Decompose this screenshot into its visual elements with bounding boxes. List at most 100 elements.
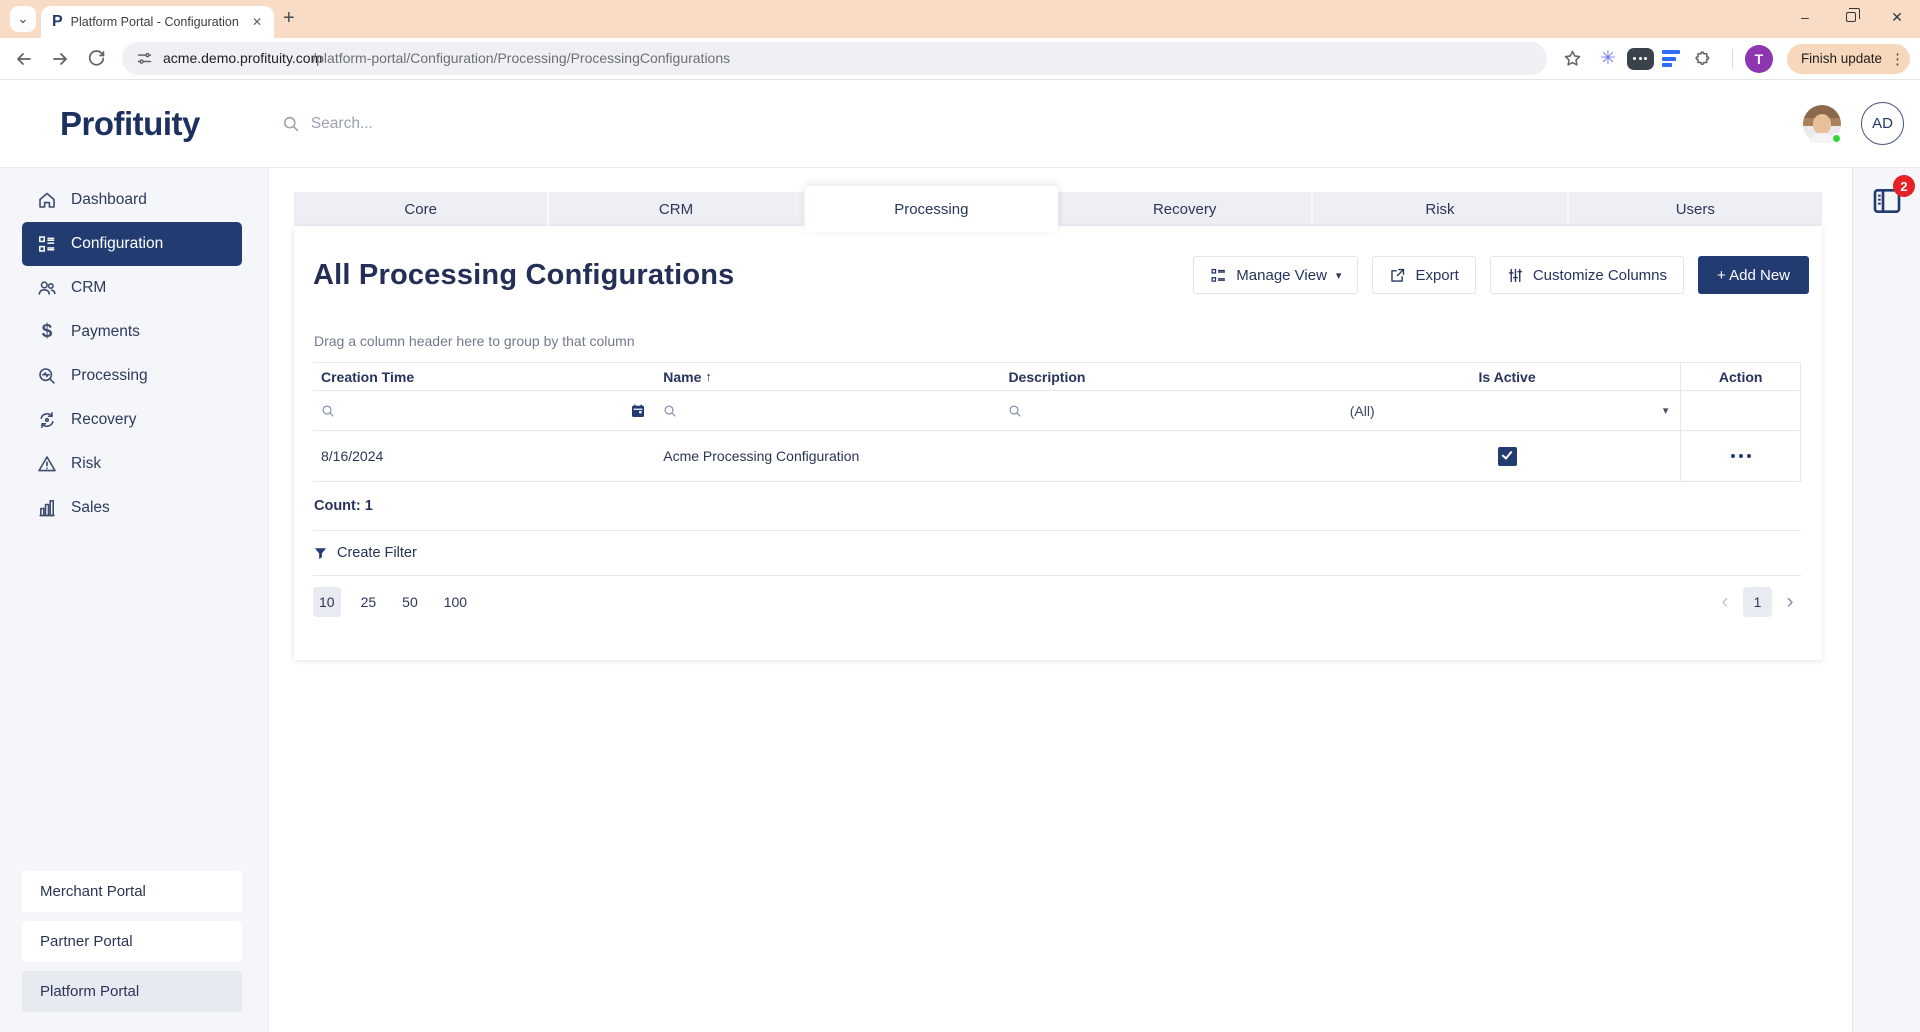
notification-badge: 2	[1893, 175, 1915, 197]
sidebar-item-configuration[interactable]: Configuration	[22, 222, 242, 266]
table-row[interactable]: 8/16/2024 Acme Processing Configuration	[313, 431, 1801, 482]
recovery-refresh-icon	[37, 410, 57, 430]
customize-columns-button[interactable]: Customize Columns	[1489, 256, 1685, 294]
is-active-checkbox[interactable]	[1497, 446, 1517, 466]
sidebar-item-crm[interactable]: CRM	[22, 266, 242, 310]
creation-time-filter-input[interactable]	[335, 402, 631, 419]
column-header-creation-time[interactable]: Creation Time	[313, 363, 655, 390]
star-icon	[1565, 50, 1581, 66]
name-filter-input[interactable]	[677, 402, 1001, 419]
page-size-50[interactable]: 50	[396, 587, 424, 617]
minimize-button[interactable]: –	[1782, 0, 1828, 34]
header-right: AD	[1803, 102, 1904, 145]
column-header-description[interactable]: Description	[1000, 363, 1333, 390]
column-header-label: Action	[1718, 368, 1763, 385]
extension-flower-icon[interactable]: ✳	[1593, 47, 1623, 70]
row-actions-menu-icon[interactable]	[1730, 454, 1751, 458]
grid-filter-row: (All) ▾	[313, 391, 1801, 431]
sidebar-item-label: Dashboard	[71, 191, 147, 208]
user-avatar[interactable]	[1803, 104, 1842, 144]
customize-columns-label: Customize Columns	[1532, 266, 1668, 284]
column-header-action[interactable]: Action	[1680, 363, 1801, 390]
filter-cell-name	[655, 391, 1001, 430]
tab-processing[interactable]: Processing	[804, 186, 1058, 232]
favicon: P	[52, 13, 63, 30]
manage-view-button[interactable]: Manage View ▾	[1193, 256, 1359, 294]
reload-button[interactable]	[80, 43, 112, 75]
browser-tab[interactable]: P Platform Portal - Configuration ✕	[41, 6, 274, 38]
back-button[interactable]	[8, 43, 40, 75]
extension-stripes-icon[interactable]	[1658, 50, 1684, 67]
close-window-button[interactable]: ✕	[1874, 0, 1920, 34]
browser-tabstrip: ⌄ P Platform Portal - Configuration ✕ + …	[0, 0, 1920, 38]
browser-menu-icon[interactable]: ⋮	[1890, 50, 1905, 68]
platform-portal-button[interactable]: Platform Portal	[22, 971, 242, 1012]
tab-risk[interactable]: Risk	[1313, 192, 1569, 226]
cell-description	[1000, 431, 1333, 481]
tab-crm[interactable]: CRM	[549, 192, 805, 226]
portal-switcher: Merchant Portal Partner Portal Platform …	[0, 871, 268, 1032]
add-new-label: + Add New	[1717, 266, 1790, 284]
column-header-is-active[interactable]: Is Active	[1334, 363, 1681, 390]
add-new-button[interactable]: + Add New	[1698, 256, 1809, 294]
title-row: All Processing Configurations Manage Vie…	[294, 226, 1822, 294]
tab-core[interactable]: Core	[294, 192, 550, 226]
maximize-button[interactable]	[1828, 0, 1874, 34]
user-initials-badge[interactable]: AD	[1861, 102, 1904, 145]
export-button[interactable]: Export	[1372, 256, 1476, 294]
extension-chat-icon[interactable]	[1626, 47, 1654, 70]
merchant-portal-button[interactable]: Merchant Portal	[22, 871, 242, 912]
search-input[interactable]	[310, 114, 731, 133]
next-page-icon[interactable]: ›	[1779, 590, 1801, 614]
warning-triangle-icon	[37, 454, 57, 474]
home-icon	[37, 190, 57, 210]
browser-profile-avatar[interactable]: T	[1744, 44, 1773, 73]
url-bar[interactable]: acme.demo.profituity.com/platform-portal…	[122, 42, 1547, 75]
sidebar-item-risk[interactable]: Risk	[22, 442, 242, 486]
close-tab-icon[interactable]: ✕	[248, 13, 266, 31]
tab-recovery[interactable]: Recovery	[1058, 192, 1314, 226]
create-filter-button[interactable]: Create Filter	[313, 531, 1801, 576]
page-size-100[interactable]: 100	[438, 587, 473, 617]
finish-update-button[interactable]: Finish update ⋮	[1786, 43, 1910, 74]
data-grid: Creation Time Name ↑ Description Is Activ…	[313, 362, 1801, 482]
dollar-icon: $	[41, 321, 53, 342]
panel-toggle-button[interactable]: 2	[1871, 175, 1915, 217]
tab-title: Platform Portal - Configuration	[70, 15, 239, 29]
partner-portal-button[interactable]: Partner Portal	[22, 921, 242, 962]
manage-view-label: Manage View	[1236, 266, 1327, 284]
page-size-10[interactable]: 10	[313, 587, 341, 617]
column-header-label: Name	[663, 368, 702, 385]
is-active-filter-select[interactable]: (All) ▾	[1334, 391, 1681, 430]
page-title: All Processing Configurations	[313, 258, 735, 291]
bookmark-star-button[interactable]	[1557, 43, 1589, 75]
previous-page-icon[interactable]: ‹	[1714, 590, 1736, 614]
sidebar-item-sales[interactable]: Sales	[22, 486, 242, 530]
filter-cell-action	[1680, 391, 1801, 430]
current-page-number[interactable]: 1	[1743, 587, 1772, 617]
cell-is-active	[1334, 431, 1681, 481]
new-tab-button[interactable]: +	[283, 7, 295, 30]
extensions-puzzle-button[interactable]	[1688, 43, 1720, 75]
grid-header-row: Creation Time Name ↑ Description Is Activ…	[313, 363, 1801, 391]
sidebar-item-dashboard[interactable]: Dashboard	[22, 178, 242, 222]
column-header-name[interactable]: Name ↑	[655, 363, 1000, 390]
description-filter-input[interactable]	[1022, 402, 1334, 419]
sidebar-item-recovery[interactable]: Recovery	[22, 398, 242, 442]
global-search[interactable]	[282, 114, 731, 133]
column-header-label: Is Active	[1478, 368, 1536, 385]
sidebar-item-payments[interactable]: $ Payments	[22, 310, 242, 354]
sidebar-item-processing[interactable]: Processing	[22, 354, 242, 398]
calendar-icon[interactable]	[630, 403, 646, 419]
funnel-icon	[314, 547, 327, 559]
page-size-25[interactable]: 25	[355, 587, 383, 617]
main-content: Core CRM Processing Recovery Risk Users …	[269, 168, 1852, 1032]
tab-search-button[interactable]: ⌄	[10, 6, 36, 32]
toolbar-divider	[1731, 48, 1733, 69]
forward-button[interactable]	[44, 43, 76, 75]
caret-down-icon: ▾	[1335, 269, 1342, 282]
tab-users[interactable]: Users	[1569, 192, 1822, 226]
browser-chrome: ⌄ P Platform Portal - Configuration ✕ + …	[0, 0, 1920, 80]
app-logo[interactable]: Profituity	[60, 105, 200, 143]
bar-chart-icon	[37, 498, 57, 518]
